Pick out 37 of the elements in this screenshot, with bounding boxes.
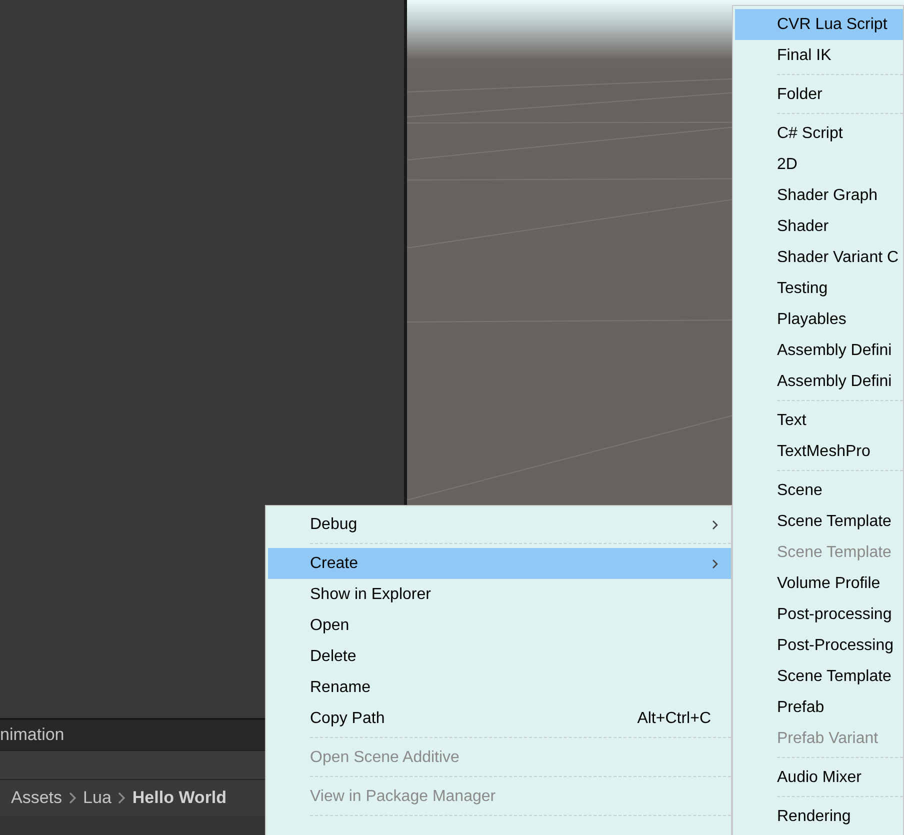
panel-tab[interactable]: nimation [0, 725, 64, 745]
menu-item[interactable]: C# Script [735, 118, 903, 149]
breadcrumb-link[interactable]: Hello World [132, 788, 227, 808]
menu-item[interactable]: Folder [735, 79, 903, 110]
menu-item[interactable]: Prefab [735, 692, 903, 723]
menu-item[interactable]: Scene Template [735, 661, 903, 692]
shortcut-text: Alt+Ctrl+C [637, 710, 711, 728]
menu-item[interactable]: 2D [735, 149, 903, 180]
menu-item[interactable]: Testing [735, 273, 903, 304]
chevron-right-icon [68, 792, 78, 804]
menu-item[interactable]: Final IK [735, 40, 903, 71]
menu-item[interactable]: Create [268, 548, 731, 579]
chevron-right-icon [117, 792, 126, 804]
menu-item[interactable]: Open [268, 610, 731, 641]
menu-item[interactable]: Shader Variant C [735, 242, 903, 273]
menu-item[interactable]: CVR Lua Script [735, 9, 903, 40]
menu-item[interactable]: Delete [268, 641, 731, 672]
menu-item[interactable]: Post-processing [735, 599, 903, 630]
menu-item[interactable]: Scene [735, 475, 903, 506]
menu-item[interactable]: Assembly Defini [735, 335, 903, 366]
menu-item[interactable]: Audio Mixer [735, 762, 903, 793]
menu-item[interactable]: Show in Explorer [268, 579, 731, 610]
menu-item[interactable]: Volume Profile [735, 568, 903, 599]
menu-item[interactable]: Debug [268, 509, 731, 540]
breadcrumb-link[interactable]: Lua [83, 788, 112, 808]
menu-item[interactable]: Shader Graph [735, 180, 903, 211]
menu-item[interactable]: Shader [735, 211, 903, 242]
menu-item[interactable]: Copy Path Alt+Ctrl+C [268, 703, 731, 734]
menu-item[interactable]: TextMeshPro [735, 436, 903, 467]
menu-item[interactable]: Post-Processing [735, 630, 903, 661]
menu-item[interactable]: Assembly Defini [735, 366, 903, 397]
menu-item[interactable]: Rename [268, 672, 731, 703]
menu-item[interactable]: Text [735, 405, 903, 436]
menu-item[interactable]: Playables [735, 304, 903, 335]
menu-item[interactable]: Rendering [735, 801, 903, 832]
menu-item[interactable]: Scene Template [735, 506, 903, 537]
breadcrumb-link[interactable]: Assets [11, 788, 62, 808]
